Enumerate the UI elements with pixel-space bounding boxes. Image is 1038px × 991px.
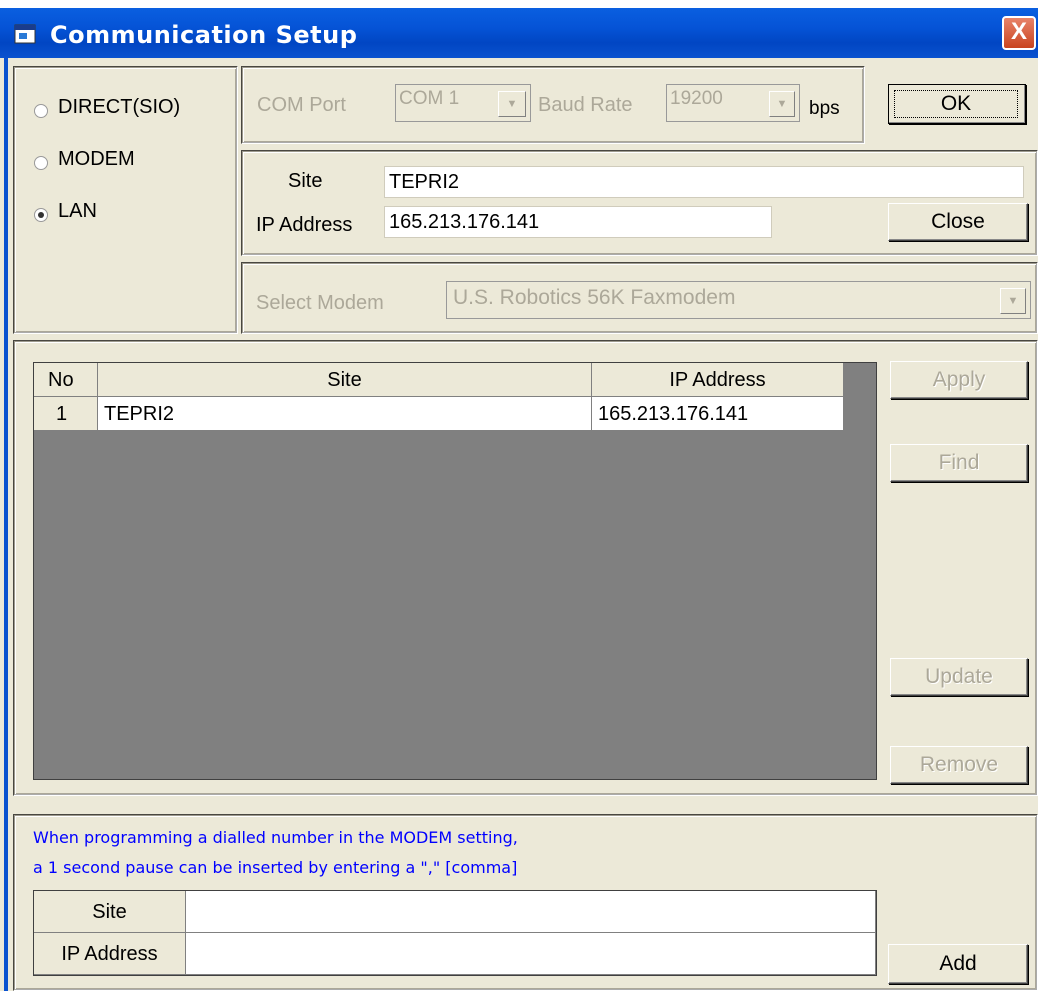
col-header-site[interactable]: Site [98, 363, 592, 397]
radio-lan-label: LAN [58, 200, 97, 222]
col-header-no[interactable]: No [34, 363, 98, 397]
apply-button[interactable]: Apply [890, 361, 1028, 399]
com-port-label: COM Port [257, 94, 346, 116]
modem-note-line1: When programming a dialled number in the… [33, 828, 518, 847]
app-icon [14, 24, 36, 44]
baud-rate-label: Baud Rate [538, 94, 633, 116]
select-modem-dropdown-icon[interactable]: ▼ [1000, 288, 1026, 314]
radio-modem-circle[interactable] [34, 156, 48, 170]
select-modem-combo[interactable]: U.S. Robotics 56K Faxmodem ▼ [446, 281, 1031, 319]
lan-ip-label: IP Address [256, 214, 353, 236]
entry-table: Site IP Address [33, 890, 877, 976]
lan-site-label: Site [288, 170, 323, 192]
select-modem-value: U.S. Robotics 56K Faxmodem [453, 286, 736, 309]
remove-button[interactable]: Remove [890, 746, 1028, 784]
entry-site-label: Site [34, 891, 186, 933]
com-port-dropdown-icon[interactable]: ▼ [498, 91, 526, 117]
lan-ip-input[interactable]: 165.213.176.141 [384, 206, 772, 238]
add-button[interactable]: Add [888, 944, 1028, 984]
radio-direct-label: DIRECT(SIO) [58, 96, 181, 118]
find-button[interactable]: Find [890, 444, 1028, 482]
ok-button[interactable]: OK [888, 84, 1026, 124]
ok-button-label: OK [940, 92, 972, 115]
entry-site-input[interactable] [186, 891, 876, 933]
col-header-ip[interactable]: IP Address [592, 363, 844, 397]
close-button[interactable]: Close [888, 203, 1028, 241]
row-1-site[interactable]: TEPRI2 [98, 397, 592, 431]
bps-label: bps [809, 98, 840, 119]
entry-ip-input[interactable] [186, 933, 876, 975]
radio-lan-circle[interactable] [34, 208, 48, 222]
row-1-ip[interactable]: 165.213.176.141 [592, 397, 844, 431]
row-1-no[interactable]: 1 [34, 397, 98, 431]
baud-rate-value: 19200 [670, 88, 723, 109]
modem-note-line2: a 1 second pause can be inserted by ente… [33, 858, 518, 877]
baud-rate-dropdown-icon[interactable]: ▼ [769, 91, 795, 117]
com-port-select[interactable]: COM 1 ▼ [395, 84, 531, 122]
radio-direct-circle[interactable] [34, 104, 48, 118]
lan-site-input[interactable]: TEPRI2 [384, 166, 1024, 198]
com-port-value: COM 1 [399, 88, 460, 109]
entry-ip-label: IP Address [34, 933, 186, 975]
update-button[interactable]: Update [890, 658, 1028, 696]
select-modem-label: Select Modem [256, 292, 384, 314]
top-strip [0, 0, 1038, 8]
site-table[interactable]: No Site IP Address 1 TEPRI2 165.213.176.… [33, 362, 877, 780]
window-title: Communication Setup [50, 21, 358, 49]
radio-direct[interactable]: DIRECT(SIO) [34, 96, 224, 126]
radio-modem[interactable]: MODEM [34, 148, 224, 178]
radio-modem-label: MODEM [58, 148, 135, 170]
baud-rate-select[interactable]: 19200 ▼ [666, 84, 800, 122]
radio-lan[interactable]: LAN [34, 200, 224, 230]
close-window-icon[interactable]: X [1002, 16, 1036, 50]
